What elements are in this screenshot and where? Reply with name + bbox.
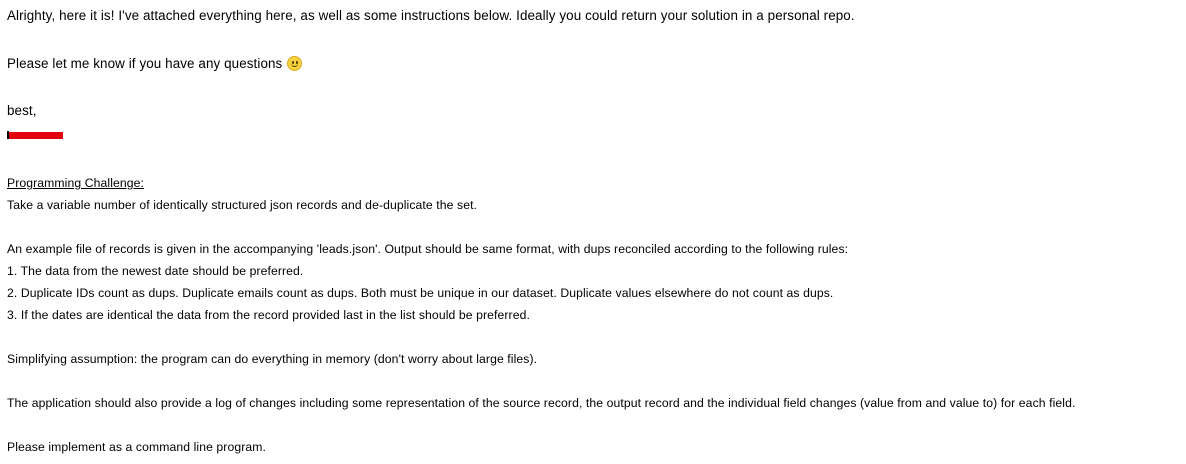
intro-text: Alrighty, here it is! I've attached ever… [7, 8, 855, 23]
assumption-text: Simplifying assumption: the program can … [7, 352, 538, 366]
log-requirement-text: The application should also provide a lo… [7, 396, 1076, 410]
redacted-signature [7, 131, 63, 139]
example-line: An example file of records is given in t… [7, 242, 849, 256]
signoff-text: best, [7, 103, 37, 118]
implementation-text: Please implement as a command line progr… [7, 440, 266, 454]
questions-line: Please let me know if you have any quest… [7, 54, 303, 74]
rule-1: 1. The data from the newest date should … [7, 264, 304, 278]
rule-2: 2. Duplicate IDs count as dups. Duplicat… [7, 286, 834, 300]
smiley-face-icon [287, 56, 303, 71]
challenge-summary: Take a variable number of identically st… [7, 198, 478, 212]
questions-text: Please let me know if you have any quest… [7, 56, 283, 71]
challenge-heading: Programming Challenge: [7, 176, 145, 190]
rule-3: 3. If the dates are identical the data f… [7, 308, 530, 322]
